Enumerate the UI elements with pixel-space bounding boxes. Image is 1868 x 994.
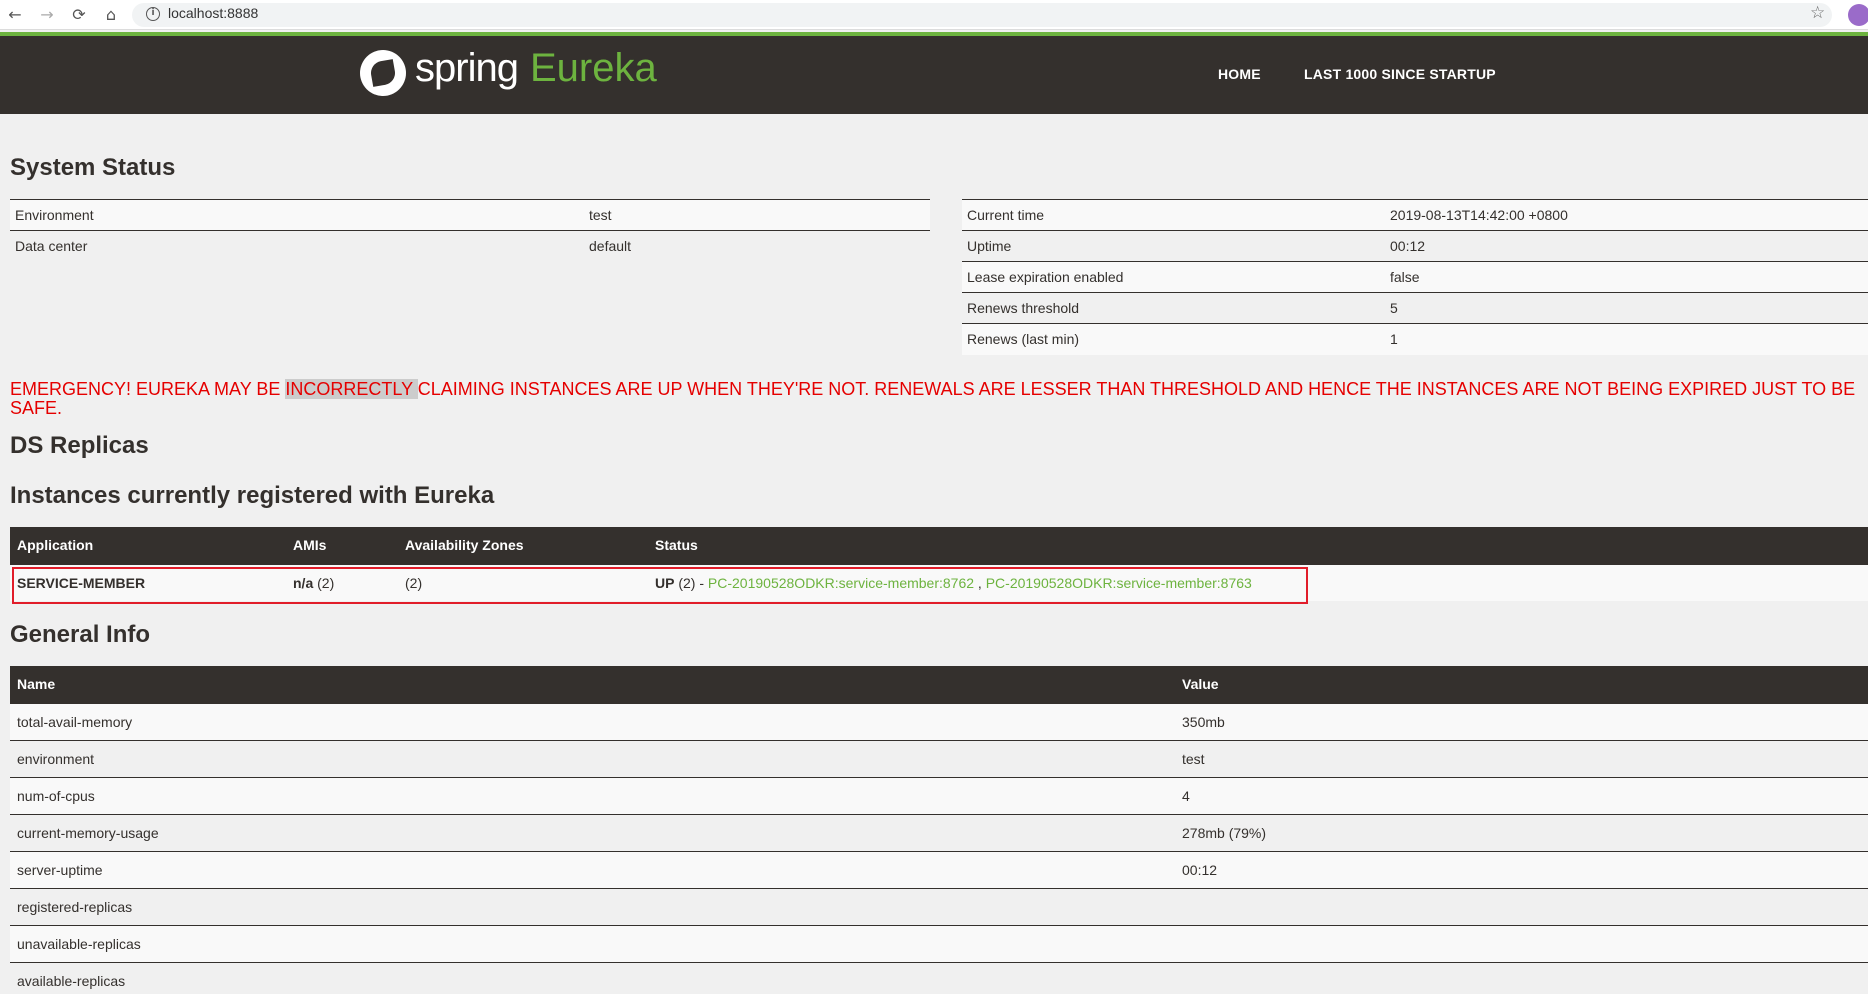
system-status-right-table: Current time 2019-08-13T14:42:00 +0800 U… — [962, 199, 1868, 355]
table-row: environment test — [10, 739, 1868, 777]
table-row: Renews (last min) 1 — [962, 323, 1868, 355]
status-value: false — [1385, 261, 1868, 293]
instance-link-8763[interactable]: PC-20190528ODKR:service-member:8763 — [986, 575, 1252, 591]
column-header: Value — [1175, 666, 1868, 703]
nav-home-link[interactable]: HOME — [1218, 66, 1261, 82]
application-name: SERVICE-MEMBER — [10, 563, 286, 601]
info-name: server-uptime — [10, 850, 1175, 888]
table-row: num-of-cpus 4 — [10, 776, 1868, 814]
info-value — [1175, 924, 1868, 962]
instance-link-8762[interactable]: PC-20190528ODKR:service-member:8762 — [708, 575, 974, 591]
system-status-left-table: Environment test Data center default — [10, 199, 930, 262]
amis-cell: n/a (2) — [286, 563, 398, 601]
ds-replicas-title: DS Replicas — [10, 432, 149, 459]
home-icon[interactable]: ⌂ — [100, 4, 122, 26]
status-label: Current time — [962, 199, 1385, 231]
info-name: current-memory-usage — [10, 813, 1175, 851]
table-header-row: Name Value — [10, 666, 1868, 703]
logo-spring-text: spring — [415, 46, 519, 90]
instances-title: Instances currently registered with Eure… — [10, 482, 495, 509]
info-value: 00:12 — [1175, 850, 1868, 888]
status-label: Renews threshold — [962, 292, 1385, 324]
system-status-title: System Status — [10, 154, 176, 181]
info-value: 4 — [1175, 776, 1868, 814]
table-row: Renews threshold 5 — [962, 292, 1868, 324]
logo-eureka-text: Eureka — [530, 46, 657, 90]
availability-zones: (2) — [398, 563, 648, 601]
top-navbar: spring Eureka HOME LAST 1000 SINCE START… — [0, 36, 1868, 114]
table-row: unavailable-replicas — [10, 924, 1868, 962]
table-row: server-uptime 00:12 — [10, 850, 1868, 888]
table-row: registered-replicas — [10, 887, 1868, 925]
back-icon[interactable]: ← — [4, 4, 26, 26]
info-value — [1175, 887, 1868, 925]
table-row: Uptime 00:12 — [962, 230, 1868, 262]
amis-value: n/a — [293, 574, 314, 591]
address-bar[interactable] — [132, 3, 1832, 27]
bookmark-star-icon[interactable]: ☆ — [1810, 3, 1825, 23]
status-label: Lease expiration enabled — [962, 261, 1385, 293]
status-up-label: UP — [655, 574, 675, 591]
status-label: Environment — [10, 199, 584, 231]
browser-toolbar: ← → ⟳ ⌂ i localhost:8888 ☆ — [0, 0, 1868, 30]
status-label: Data center — [10, 230, 584, 262]
info-value: 350mb — [1175, 702, 1868, 740]
info-name: num-of-cpus — [10, 776, 1175, 814]
column-header: Application — [10, 527, 286, 564]
emergency-warning: EMERGENCY! EUREKA MAY BE INCORRECTLY CLA… — [10, 379, 1868, 418]
status-count: (2) - — [678, 574, 705, 591]
reload-icon[interactable]: ⟳ — [68, 4, 90, 26]
info-name: registered-replicas — [10, 887, 1175, 925]
status-value: test — [584, 199, 930, 231]
profile-avatar[interactable] — [1848, 4, 1868, 26]
emergency-text-start: EMERGENCY! EUREKA MAY BE — [10, 379, 286, 399]
info-name: total-avail-memory — [10, 702, 1175, 740]
emergency-highlight: INCORRECTLY — [285, 379, 418, 399]
table-row: current-memory-usage 278mb (79%) — [10, 813, 1868, 851]
table-row: Current time 2019-08-13T14:42:00 +0800 — [962, 199, 1868, 231]
status-value: 5 — [1385, 292, 1868, 324]
info-value: test — [1175, 739, 1868, 777]
amis-count: (2) — [317, 574, 335, 591]
column-header: Status — [648, 527, 1868, 564]
instance-separator: , — [977, 574, 982, 591]
nav-last-1000-link[interactable]: LAST 1000 SINCE STARTUP — [1304, 66, 1496, 82]
info-icon[interactable]: i — [146, 7, 160, 21]
column-header: Name — [10, 666, 1175, 703]
table-row: available-replicas — [10, 961, 1868, 994]
status-value: default — [584, 230, 930, 262]
table-row: Data center default — [10, 230, 930, 262]
status-label: Renews (last min) — [962, 323, 1385, 355]
status-value: 2019-08-13T14:42:00 +0800 — [1385, 199, 1868, 231]
table-row: total-avail-memory 350mb — [10, 702, 1868, 740]
url-text[interactable]: localhost:8888 — [168, 5, 258, 21]
info-name: unavailable-replicas — [10, 924, 1175, 962]
status-cell: UP (2) - PC-20190528ODKR:service-member:… — [648, 563, 1868, 601]
status-value: 1 — [1385, 323, 1868, 355]
general-info-title: General Info — [10, 621, 151, 648]
status-label: Uptime — [962, 230, 1385, 262]
table-header-row: Application AMIs Availability Zones Stat… — [10, 527, 1868, 564]
forward-icon[interactable]: → — [36, 4, 58, 26]
table-row: Environment test — [10, 199, 930, 231]
instances-table: Application AMIs Availability Zones Stat… — [10, 527, 1868, 601]
info-name: available-replicas — [10, 961, 1175, 994]
info-value: 278mb (79%) — [1175, 813, 1868, 851]
column-header: AMIs — [286, 527, 398, 564]
info-name: environment — [10, 739, 1175, 777]
table-row: Lease expiration enabled false — [962, 261, 1868, 293]
status-value: 00:12 — [1385, 230, 1868, 262]
table-row: SERVICE-MEMBER n/a (2) (2) UP (2) - PC-2… — [10, 563, 1868, 601]
general-info-table: Name Value total-avail-memory 350mb envi… — [10, 666, 1868, 994]
column-header: Availability Zones — [398, 527, 648, 564]
info-value — [1175, 961, 1868, 994]
